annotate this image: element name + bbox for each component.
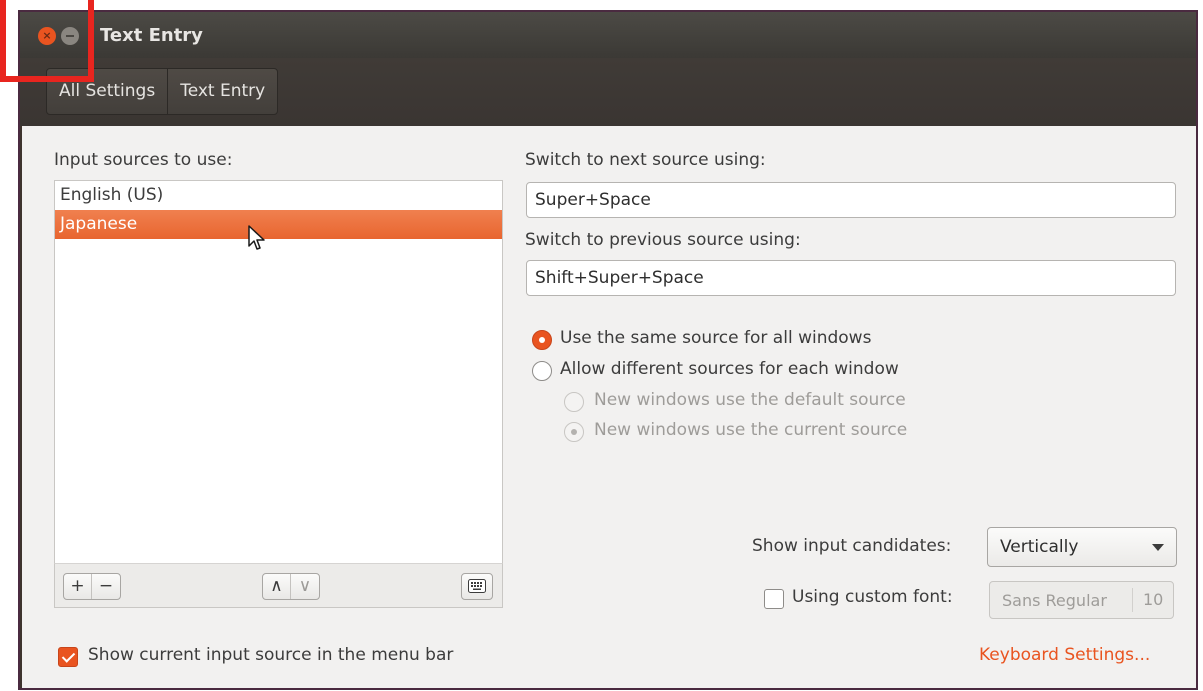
new-default-radio[interactable]: [564, 392, 584, 412]
input-candidates-dropdown[interactable]: Vertically: [987, 527, 1177, 567]
keyboard-icon: [462, 574, 492, 599]
input-candidates-value: Vertically: [1000, 537, 1079, 557]
new-current-label: New windows use the current source: [594, 420, 908, 440]
breadcrumb-text-entry[interactable]: Text Entry: [168, 69, 277, 114]
show-current-source-checkbox[interactable]: [58, 647, 78, 667]
font-name: Sans Regular: [1002, 590, 1107, 610]
different-sources-label: Allow different sources for each window: [560, 359, 899, 379]
font-chooser-button[interactable]: Sans Regular 10: [989, 581, 1174, 619]
switch-previous-label: Switch to previous source using:: [525, 230, 801, 250]
custom-font-checkbox[interactable]: [764, 589, 784, 609]
list-item-english[interactable]: English (US): [55, 181, 502, 210]
same-source-label: Use the same source for all windows: [560, 328, 872, 348]
header-toolbar: All Settings Text Entry: [20, 58, 1196, 126]
input-sources-list[interactable]: English (US) Japanese: [54, 180, 503, 564]
switch-previous-field[interactable]: Shift+Super+Space: [526, 260, 1176, 296]
keyboard-layout-button[interactable]: [461, 573, 493, 600]
input-sources-toolbar: + − ∧ ∨: [54, 563, 503, 608]
custom-font-label: Using custom font:: [792, 587, 953, 607]
switch-next-label: Switch to next source using:: [525, 150, 766, 170]
keyboard-settings-link[interactable]: Keyboard Settings...: [979, 645, 1150, 665]
list-item-japanese[interactable]: Japanese: [55, 210, 502, 239]
different-sources-radio[interactable]: [532, 361, 552, 381]
show-current-source-label: Show current input source in the menu ba…: [88, 645, 454, 665]
add-source-button[interactable]: +: [64, 574, 92, 599]
title-bar: × Text Entry: [20, 12, 1196, 58]
switch-next-field[interactable]: Super+Space: [526, 182, 1176, 218]
new-default-label: New windows use the default source: [594, 390, 906, 410]
remove-source-button[interactable]: −: [92, 574, 120, 599]
font-size: 10: [1132, 588, 1163, 612]
input-sources-label: Input sources to use:: [54, 150, 233, 170]
reorder-group: ∧ ∨: [262, 573, 320, 600]
input-candidates-label: Show input candidates:: [752, 536, 952, 556]
annotation-highlight-box: [0, 0, 94, 82]
window: × Text Entry All Settings Text Entry Inp…: [18, 10, 1198, 690]
move-down-button[interactable]: ∨: [291, 574, 319, 599]
add-remove-group: + −: [63, 573, 121, 600]
move-up-button[interactable]: ∧: [263, 574, 291, 599]
settings-panel: Input sources to use: English (US) Japan…: [22, 126, 1196, 688]
same-source-radio[interactable]: [532, 330, 552, 350]
new-current-radio[interactable]: [564, 422, 584, 442]
mouse-pointer-icon: [248, 225, 265, 250]
chevron-down-icon: [1152, 544, 1164, 551]
window-title: Text Entry: [100, 25, 203, 46]
